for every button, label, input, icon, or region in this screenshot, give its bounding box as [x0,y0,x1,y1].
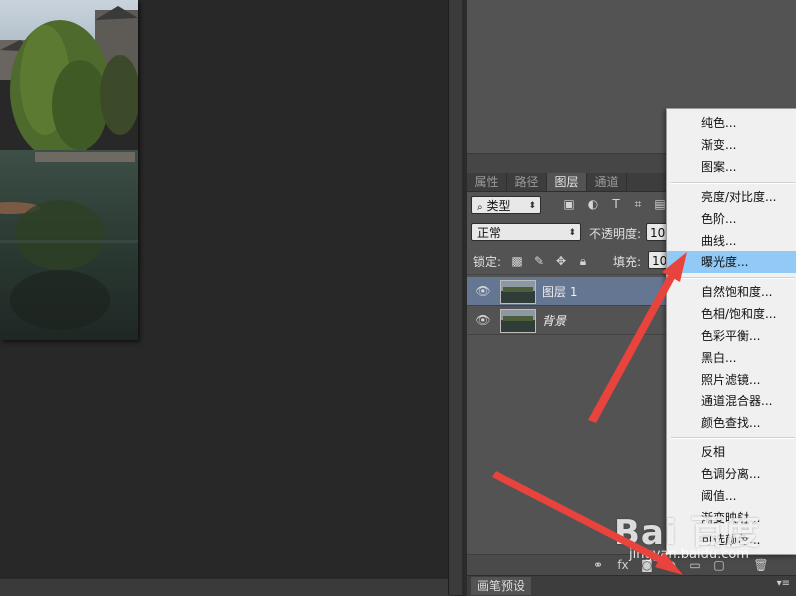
adjustment-layer-menu: 纯色... 渐变... 图案... 亮度/对比度... 色阶... 曲线... … [666,108,796,555]
panel-menu-icon[interactable]: ▾≡ [777,578,790,589]
layer-name[interactable]: 图层 1 [542,283,577,300]
tab-brush-presets[interactable]: 画笔预设 [471,577,532,595]
menu-separator [671,437,795,439]
lock-label: 锁定: [473,255,502,269]
document-canvas[interactable] [0,0,448,578]
menu-separator [671,182,795,184]
document-photo [0,0,138,340]
status-bar [0,578,450,596]
opacity-label: 不透明度: [589,227,642,241]
fill-label: 填充: [613,255,642,269]
layer-thumbnail [500,280,536,304]
image-filter-icon[interactable]: ▣ [561,196,577,212]
tab-paths[interactable]: 路径 [507,173,547,191]
menu-item-invert[interactable]: 反相 [667,441,796,463]
menu-item-gradient-map[interactable]: 渐变映射... [667,507,796,529]
adjustment-layer-icon[interactable]: ◑ [663,557,679,573]
layer-name[interactable]: 背景 [542,312,566,329]
blend-mode-value: 正常 [477,226,502,240]
new-group-icon[interactable]: ▭ [687,557,703,573]
menu-item-exposure[interactable]: 曝光度... [667,251,796,273]
layer-style-icon[interactable]: fx [615,557,631,573]
menu-item-black-white[interactable]: 黑白... [667,347,796,369]
shape-filter-icon[interactable]: ⌗ [630,196,646,212]
search-icon: ⌕ [477,202,483,213]
chevron-updown-icon: ⬍ [528,201,536,211]
layer-filter-value: 类型 [486,199,511,213]
layers-footer: ⚭ fx ◙ ◑ ▭ ▢ 🗑︎ [467,554,796,575]
eye-icon[interactable]: 👁︎ [475,283,491,299]
add-mask-icon[interactable]: ◙ [639,557,655,573]
menu-item-selective-color[interactable]: 可选颜色... [667,529,796,551]
type-filter-icon[interactable]: T [608,196,624,212]
blend-mode-select[interactable]: 正常 ⬍ [471,223,581,241]
menu-item-vibrance[interactable]: 自然饱和度... [667,281,796,303]
menu-item-pattern[interactable]: 图案... [667,156,796,178]
panel-separator[interactable] [448,0,463,595]
menu-item-color-lookup[interactable]: 颜色查找... [667,412,796,434]
lock-paint-icon[interactable]: ✎ [531,253,547,269]
menu-item-photo-filter[interactable]: 照片滤镜... [667,369,796,391]
chevron-updown-icon: ⬍ [568,228,576,238]
menu-item-solid-color[interactable]: 纯色... [667,112,796,134]
eye-icon[interactable]: 👁︎ [475,312,491,328]
menu-item-levels[interactable]: 色阶... [667,208,796,230]
menu-item-hue-saturation[interactable]: 色相/饱和度... [667,303,796,325]
menu-item-brightness-contrast[interactable]: 亮度/对比度... [667,186,796,208]
trash-icon[interactable]: 🗑︎ [753,557,769,573]
tab-properties[interactable]: 属性 [467,173,507,191]
new-layer-icon[interactable]: ▢ [711,557,727,573]
menu-item-channel-mixer[interactable]: 通道混合器... [667,390,796,412]
menu-item-curves[interactable]: 曲线... [667,230,796,252]
menu-item-color-balance[interactable]: 色彩平衡... [667,325,796,347]
brush-preset-panel-tabs: 画笔预设 ▾≡ [467,575,796,596]
lock-position-icon[interactable]: ✥ [553,253,569,269]
lock-transparency-icon[interactable]: ▩ [509,253,525,269]
menu-item-threshold[interactable]: 阈值... [667,485,796,507]
layer-filter-select[interactable]: ⌕ 类型 ⬍ [471,196,541,214]
menu-item-posterize[interactable]: 色调分离... [667,463,796,485]
link-layers-icon[interactable]: ⚭ [590,557,606,573]
layer-thumbnail [500,309,536,333]
menu-item-gradient[interactable]: 渐变... [667,134,796,156]
tab-channels[interactable]: 通道 [587,173,627,191]
tab-layers[interactable]: 图层 [547,173,587,191]
menu-separator [671,277,795,279]
lock-all-icon[interactable]: 🔒︎ [575,253,591,269]
adjustment-filter-icon[interactable]: ◐ [585,196,601,212]
